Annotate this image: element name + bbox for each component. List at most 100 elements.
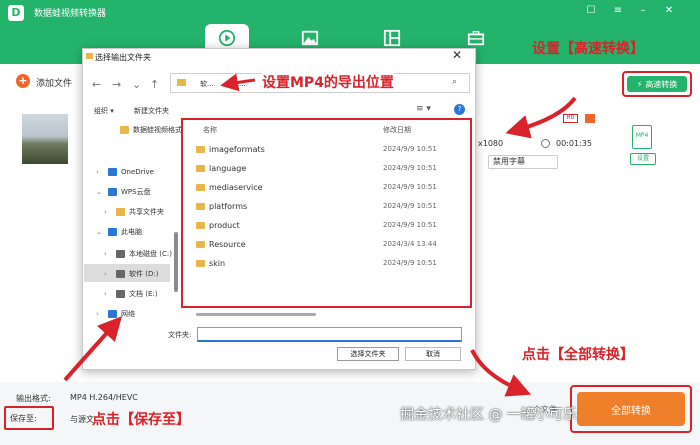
folder-icon: [196, 202, 205, 210]
dialog-title: 选择输出文件夹: [95, 53, 151, 62]
cancel-button[interactable]: 取消: [405, 347, 461, 361]
convert-all-button[interactable]: 全部转换: [577, 392, 685, 426]
folder-icon: [196, 221, 205, 229]
folder-icon: [86, 53, 93, 59]
folder-name: platforms: [209, 201, 248, 211]
up-arrow-icon[interactable]: ↑: [150, 78, 159, 91]
folder-date: 2024/9/9 10:51: [383, 164, 437, 172]
folder-icon: [196, 259, 205, 267]
folder-name: imageformats: [209, 144, 265, 154]
annotation-save-to: 点击【保存至】: [92, 412, 190, 428]
add-file-icon[interactable]: +: [16, 74, 30, 88]
app-title: 数据蛙视频转换器: [34, 9, 107, 19]
menu-icon[interactable]: ≡: [611, 4, 625, 18]
duration: 00:01:35: [556, 139, 592, 148]
table-row[interactable]: Resource 2024/3/4 13:44: [196, 235, 466, 253]
select-folder-button[interactable]: 选择文件夹: [337, 347, 399, 361]
chevron-icon[interactable]: ›: [96, 310, 104, 318]
fast-convert-highlight: ⚡ 高速转换: [622, 71, 692, 97]
dialog-close-button[interactable]: ✕: [452, 48, 462, 62]
location-icon: [108, 228, 117, 236]
table-row[interactable]: product 2024/9/9 10:51: [196, 216, 466, 234]
back-arrow-icon[interactable]: ←: [92, 78, 101, 91]
search-icon[interactable]: ⌕: [452, 77, 457, 87]
folder-name-label: 文件夹:: [168, 331, 192, 339]
skin-icon[interactable]: ☐: [584, 4, 598, 18]
sidebar-item[interactable]: › 软件 (D:): [104, 266, 158, 282]
organize-button[interactable]: 组织 ▾: [94, 106, 114, 116]
layout-icon: [383, 29, 401, 47]
chevron-icon[interactable]: ›: [104, 250, 112, 258]
lightning-icon: ⚡: [636, 79, 643, 89]
table-row[interactable]: language 2024/9/9 10:51: [196, 159, 466, 177]
sidebar-item-label: 数据蛙视频格式: [133, 126, 182, 134]
output-format-select[interactable]: MP4 H.264/HEVC: [70, 393, 138, 402]
sidebar-scrollbar[interactable]: [174, 232, 178, 292]
settings-button[interactable]: 设置: [630, 153, 656, 165]
chevron-icon[interactable]: ›: [104, 270, 112, 278]
folder-date: 2024/9/9 10:51: [383, 259, 437, 267]
forward-arrow-icon[interactable]: →: [112, 78, 121, 91]
location-icon: [108, 310, 117, 318]
save-path-select[interactable]: 与源文: [70, 414, 94, 425]
sidebar-item-label: 此电脑: [121, 228, 142, 236]
hd-badge: HD: [563, 114, 578, 123]
chevron-icon[interactable]: ⌄: [96, 228, 104, 236]
sidebar-item-label: 文档 (E:): [129, 290, 158, 298]
close-button[interactable]: ✕: [662, 4, 676, 18]
folder-name: product: [209, 220, 240, 230]
sidebar-item[interactable]: ⌄ 此电脑: [96, 224, 142, 240]
table-row[interactable]: skin 2024/9/9 10:51: [196, 254, 466, 272]
resolution: x1080: [478, 139, 504, 148]
sidebar-item-label: 软件 (D:): [129, 270, 159, 278]
folder-date: 2024/9/9 10:51: [383, 183, 437, 191]
folder-name: language: [209, 163, 247, 173]
sidebar-item[interactable]: › 共享文件夹: [104, 204, 164, 220]
app-logo: D: [8, 5, 24, 21]
subtitle-select[interactable]: 禁用字幕: [488, 155, 558, 169]
chevron-icon[interactable]: ›: [104, 208, 112, 216]
location-icon: [108, 168, 117, 176]
folder-name: mediaservice: [209, 182, 263, 192]
chevron-icon[interactable]: ⌄: [96, 188, 104, 196]
edit-badge[interactable]: [585, 114, 595, 123]
convert-all-highlight: 全部转换: [570, 385, 692, 433]
chevron-down-icon[interactable]: ⌄: [132, 78, 141, 91]
address-part[interactable]: 软...: [200, 79, 214, 89]
location-icon: [108, 188, 117, 196]
column-header-date[interactable]: 修改日期: [383, 125, 411, 135]
minimize-button[interactable]: –: [636, 4, 650, 18]
table-row[interactable]: platforms 2024/9/9 10:51: [196, 197, 466, 215]
view-menu-icon[interactable]: ≡ ▾: [416, 104, 431, 114]
new-folder-button[interactable]: 新建文件夹: [134, 106, 169, 116]
help-icon[interactable]: ?: [454, 104, 465, 115]
horizontal-scrollbar[interactable]: [196, 313, 316, 316]
video-thumbnail[interactable]: [22, 114, 68, 164]
folder-icon: [196, 145, 205, 153]
sidebar-item[interactable]: › 网络: [96, 306, 135, 322]
save-to-button[interactable]: 保存至:: [4, 406, 54, 430]
toolbox-icon: [467, 31, 485, 46]
watermark: 掘金技术社区 @ 一罐小可乐: [400, 407, 577, 423]
sidebar-item[interactable]: ⌄ WPS云盘: [96, 184, 151, 200]
address-part[interactable]: 数...: [232, 79, 246, 89]
sidebar-item[interactable]: › 文档 (E:): [104, 286, 157, 302]
table-row[interactable]: mediaservice 2024/9/9 10:51: [196, 178, 466, 196]
column-header-name[interactable]: 名称: [203, 125, 217, 135]
add-file-button[interactable]: 添加文件: [36, 76, 72, 89]
chevron-icon[interactable]: ›: [96, 168, 104, 176]
chevron-icon[interactable]: ›: [104, 290, 112, 298]
folder-name-input[interactable]: [197, 327, 462, 342]
sidebar-item[interactable]: › OneDrive: [96, 164, 154, 180]
fast-convert-button[interactable]: ⚡ 高速转换: [627, 76, 687, 92]
format-icon[interactable]: MP4: [632, 125, 652, 149]
sidebar-item[interactable]: 数据蛙视频格式: [108, 122, 182, 138]
clock-icon: [541, 139, 550, 148]
annotation-fast-convert: 设置【高速转换】: [532, 41, 644, 57]
annotation-export-location: 设置MP4的导出位置: [262, 72, 394, 92]
table-row[interactable]: imageformats 2024/9/9 10:51: [196, 140, 466, 158]
location-icon: [116, 290, 125, 298]
folder-date: 2024/9/9 10:51: [383, 145, 437, 153]
folder-date: 2024/3/4 13:44: [383, 240, 437, 248]
sidebar-item[interactable]: › 本地磁盘 (C:): [104, 246, 172, 262]
